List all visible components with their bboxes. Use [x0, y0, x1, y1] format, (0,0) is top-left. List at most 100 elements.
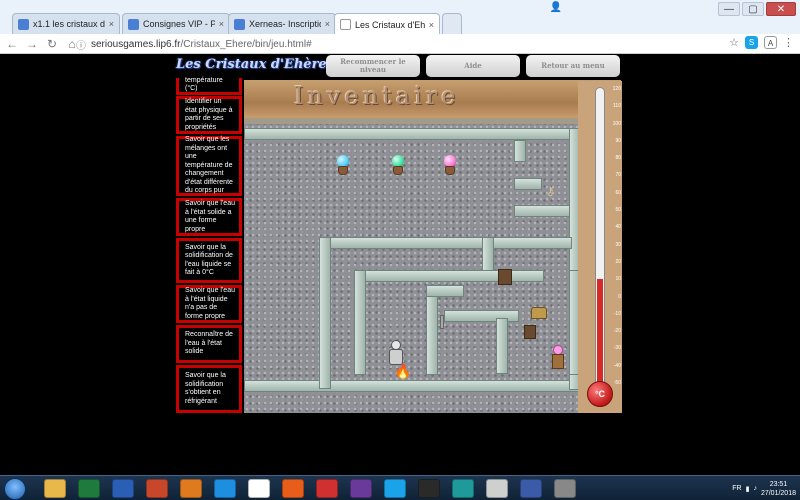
browser-tab[interactable]: x1.1 les cristaux d'Ehère ×	[12, 13, 120, 34]
volume-icon[interactable]: ♪	[753, 485, 757, 492]
back-to-menu-button[interactable]: Retour au menu	[526, 55, 620, 77]
thermometer-level	[597, 279, 603, 387]
game-logo: Les Cristaux d'Ehère	[176, 57, 327, 72]
door[interactable]	[498, 269, 512, 285]
chest-icon[interactable]	[531, 307, 547, 319]
page-icon	[340, 19, 351, 30]
browser-tab[interactable]: Consignes VIP - Périodo ×	[122, 13, 230, 34]
thermometer-tick: -20	[613, 328, 621, 335]
clock[interactable]: 23:51 27/01/2018	[761, 480, 796, 498]
thermometer-tick: -40	[613, 362, 621, 369]
thermometer-tick: 70	[615, 172, 621, 179]
language-indicator[interactable]: FR	[732, 485, 741, 492]
help-button[interactable]: Aide	[426, 55, 520, 77]
word-icon[interactable]	[112, 479, 134, 498]
reload-button[interactable]: ↻	[44, 36, 60, 52]
key-icon[interactable]: ⚷	[546, 184, 555, 198]
close-tab-icon[interactable]: ×	[109, 19, 114, 29]
thermometer-tick: -10	[613, 310, 621, 317]
inventory-banner: Inventaire	[244, 80, 621, 118]
maze-wall	[244, 380, 589, 392]
maze-wall	[354, 270, 366, 375]
app-icon[interactable]	[520, 479, 542, 498]
game-page: Les Cristaux d'Ehère Recommencer le nive…	[0, 55, 800, 475]
adblock-icon[interactable]: A	[764, 36, 777, 49]
door[interactable]	[524, 325, 536, 339]
address-bar[interactable]: ⓘ seriousgames.lip6.fr/Cristaux_Ehere/bi…	[76, 36, 712, 52]
maze-wall	[496, 318, 508, 374]
user-icon[interactable]: 👤	[548, 2, 564, 16]
doc-icon	[234, 18, 245, 30]
game-board[interactable]: Inventaire ⚷ 🔥	[244, 80, 621, 413]
green-crystal-icon[interactable]	[391, 155, 405, 177]
url-host: seriousgames.lip6.fr	[91, 38, 181, 50]
maze-wall	[426, 285, 464, 297]
objective-card: Savoir que l'eau à l'état liquide n'a pa…	[176, 285, 242, 323]
skype-icon[interactable]	[384, 479, 406, 498]
app-icon[interactable]	[554, 479, 576, 498]
skype-icon[interactable]: S	[745, 36, 758, 49]
thermometer-tick: 60	[615, 189, 621, 196]
browser-tab[interactable]: Xerneas- Inscription jeu ×	[228, 13, 336, 34]
thermometer-tick: 120	[612, 86, 621, 92]
thermometer-tick: 110	[613, 103, 621, 110]
app-icon[interactable]	[486, 479, 508, 498]
restart-level-button[interactable]: Recommencer le niveau	[326, 55, 420, 77]
file-explorer-icon[interactable]	[44, 479, 66, 498]
close-window-button[interactable]: ✕	[766, 2, 796, 16]
browser-tab-active[interactable]: Les Cristaux d'Ehère ×	[334, 13, 440, 35]
thermometer-tick: 100	[612, 120, 621, 127]
lever[interactable]	[440, 315, 444, 329]
powerpoint-icon[interactable]	[146, 479, 168, 498]
thermometer-tick: 50	[615, 207, 621, 214]
thermometer-tick: 80	[615, 155, 621, 162]
star-icon[interactable]: ☆	[729, 36, 739, 49]
thermometer-tick: 0	[618, 293, 621, 300]
forward-button[interactable]: →	[24, 36, 40, 52]
maze-wall	[244, 128, 589, 140]
close-tab-icon[interactable]: ×	[219, 19, 224, 29]
maze-wall	[319, 237, 484, 249]
menu-icon[interactable]: ⋮	[783, 36, 794, 49]
thermometer-tick: 40	[615, 224, 621, 231]
thermometer-tick: 90	[615, 137, 621, 144]
app-icon[interactable]	[418, 479, 440, 498]
thermometer-tick: 10	[615, 276, 621, 283]
ie-icon[interactable]	[214, 479, 236, 498]
back-button[interactable]: ←	[4, 36, 20, 52]
objective-card: Reconnaître de l'eau à l'état solide	[176, 325, 242, 363]
app-icon[interactable]	[452, 479, 474, 498]
objective-card: Savoir que la solidification s'obtient e…	[176, 365, 242, 413]
minimize-button[interactable]: —	[718, 2, 740, 16]
maze-wall	[482, 237, 572, 249]
maximize-button[interactable]: ▢	[742, 2, 764, 16]
gem-icon[interactable]	[550, 345, 566, 371]
media-icon[interactable]	[180, 479, 202, 498]
close-tab-icon[interactable]: ×	[429, 20, 434, 30]
doc-icon	[128, 18, 139, 30]
maze-floor	[244, 124, 589, 413]
thermometer-tick: -30	[613, 345, 621, 352]
maze-wall	[426, 285, 438, 375]
maze-wall	[514, 178, 542, 190]
pink-crystal-icon[interactable]	[443, 155, 457, 177]
app-icon[interactable]	[316, 479, 338, 498]
maze-wall	[319, 237, 331, 389]
excel-icon[interactable]	[78, 479, 100, 498]
objective-card: Savoir que l'eau à l'état solide a une f…	[176, 198, 242, 236]
objective-card: Savoir que la solidification de l'eau li…	[176, 238, 242, 283]
thermometer-bulb: °C	[587, 381, 613, 407]
close-tab-icon[interactable]: ×	[325, 19, 330, 29]
windows-taskbar: FR ▮ ♪ 23:51 27/01/2018	[0, 475, 800, 500]
new-tab-button[interactable]	[442, 13, 462, 34]
info-icon[interactable]: ⓘ	[76, 37, 86, 52]
chrome-icon[interactable]	[248, 479, 270, 498]
network-icon[interactable]: ▮	[746, 485, 750, 493]
start-button[interactable]	[4, 478, 26, 500]
firefox-icon[interactable]	[282, 479, 304, 498]
maze-wall	[514, 140, 526, 162]
objective-card: Identifier un état physique à partir de …	[176, 96, 242, 134]
inventory-title: Inventaire	[294, 82, 460, 110]
blue-crystal-icon[interactable]	[336, 155, 350, 177]
onenote-icon[interactable]	[350, 479, 372, 498]
